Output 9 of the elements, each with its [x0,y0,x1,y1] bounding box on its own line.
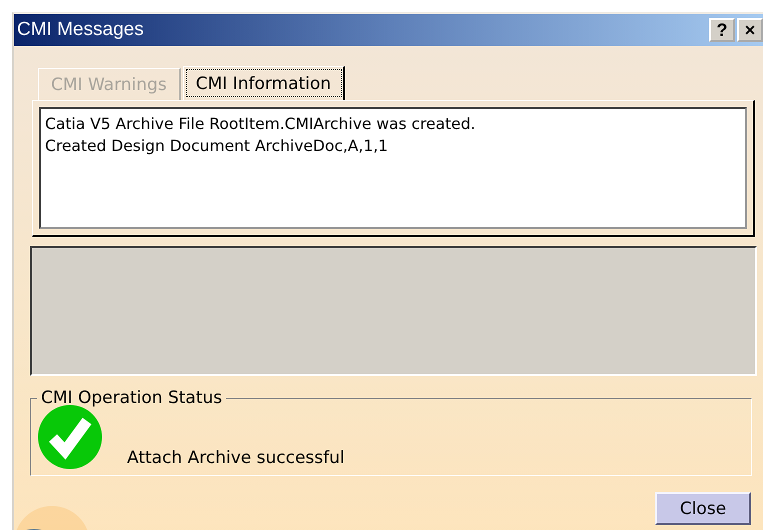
message-line: Created Design Document ArchiveDoc,A,1,1 [45,136,389,157]
close-button[interactable]: Close [655,492,751,525]
status-text: Attach Archive successful [127,448,345,470]
help-button[interactable]: ? [709,18,735,42]
close-button[interactable]: × [737,18,763,42]
tab[interactable]: CMI Information [182,66,346,100]
group-legend: CMI Operation Status [37,388,226,408]
window-title: CMI Messages [17,19,144,41]
message-line: Catia V5 Archive File RootItem.CMIArchive was created. [45,114,476,135]
